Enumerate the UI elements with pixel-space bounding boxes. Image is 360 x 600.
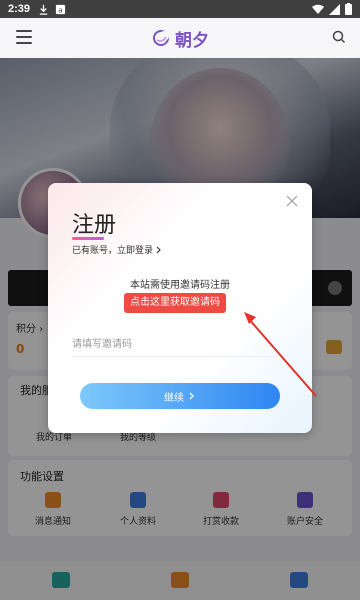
continue-label: 继续 (164, 392, 184, 404)
dialog-title: 注册 (72, 213, 117, 238)
register-dialog: 注册 已有账号，立即登录 本站需使用邀请码注册 点击这里获取邀请码 继续 (48, 183, 312, 433)
chevron-right-icon (189, 392, 194, 400)
close-icon[interactable] (284, 193, 300, 209)
chevron-right-icon (156, 246, 161, 253)
login-link[interactable]: 已有账号，立即登录 (72, 243, 163, 256)
login-link-text: 已有账号，立即登录 (72, 246, 154, 256)
menu-icon[interactable] (16, 30, 32, 44)
get-invite-code-button[interactable]: 点击这里获取邀请码 (124, 293, 226, 313)
continue-button[interactable]: 继续 (80, 383, 280, 409)
logo-mark-icon (153, 30, 169, 46)
title-underline (72, 237, 104, 240)
status-time: 2:39 (8, 3, 31, 15)
search-icon[interactable] (332, 30, 346, 44)
battery-icon (345, 3, 352, 15)
invite-description: 本站需使用邀请码注册 (130, 280, 230, 291)
notification-icon: a (55, 4, 66, 14)
logo-text: 朝夕 (175, 30, 209, 51)
wifi-icon (312, 4, 324, 14)
app-header: 朝夕 (0, 18, 360, 58)
status-bar: 2:39 a (0, 0, 360, 18)
svg-text:a: a (58, 5, 63, 14)
download-icon (39, 4, 48, 15)
app-logo: 朝夕 (151, 26, 209, 51)
signal-icon (329, 3, 340, 15)
invite-code-input[interactable] (72, 333, 288, 357)
